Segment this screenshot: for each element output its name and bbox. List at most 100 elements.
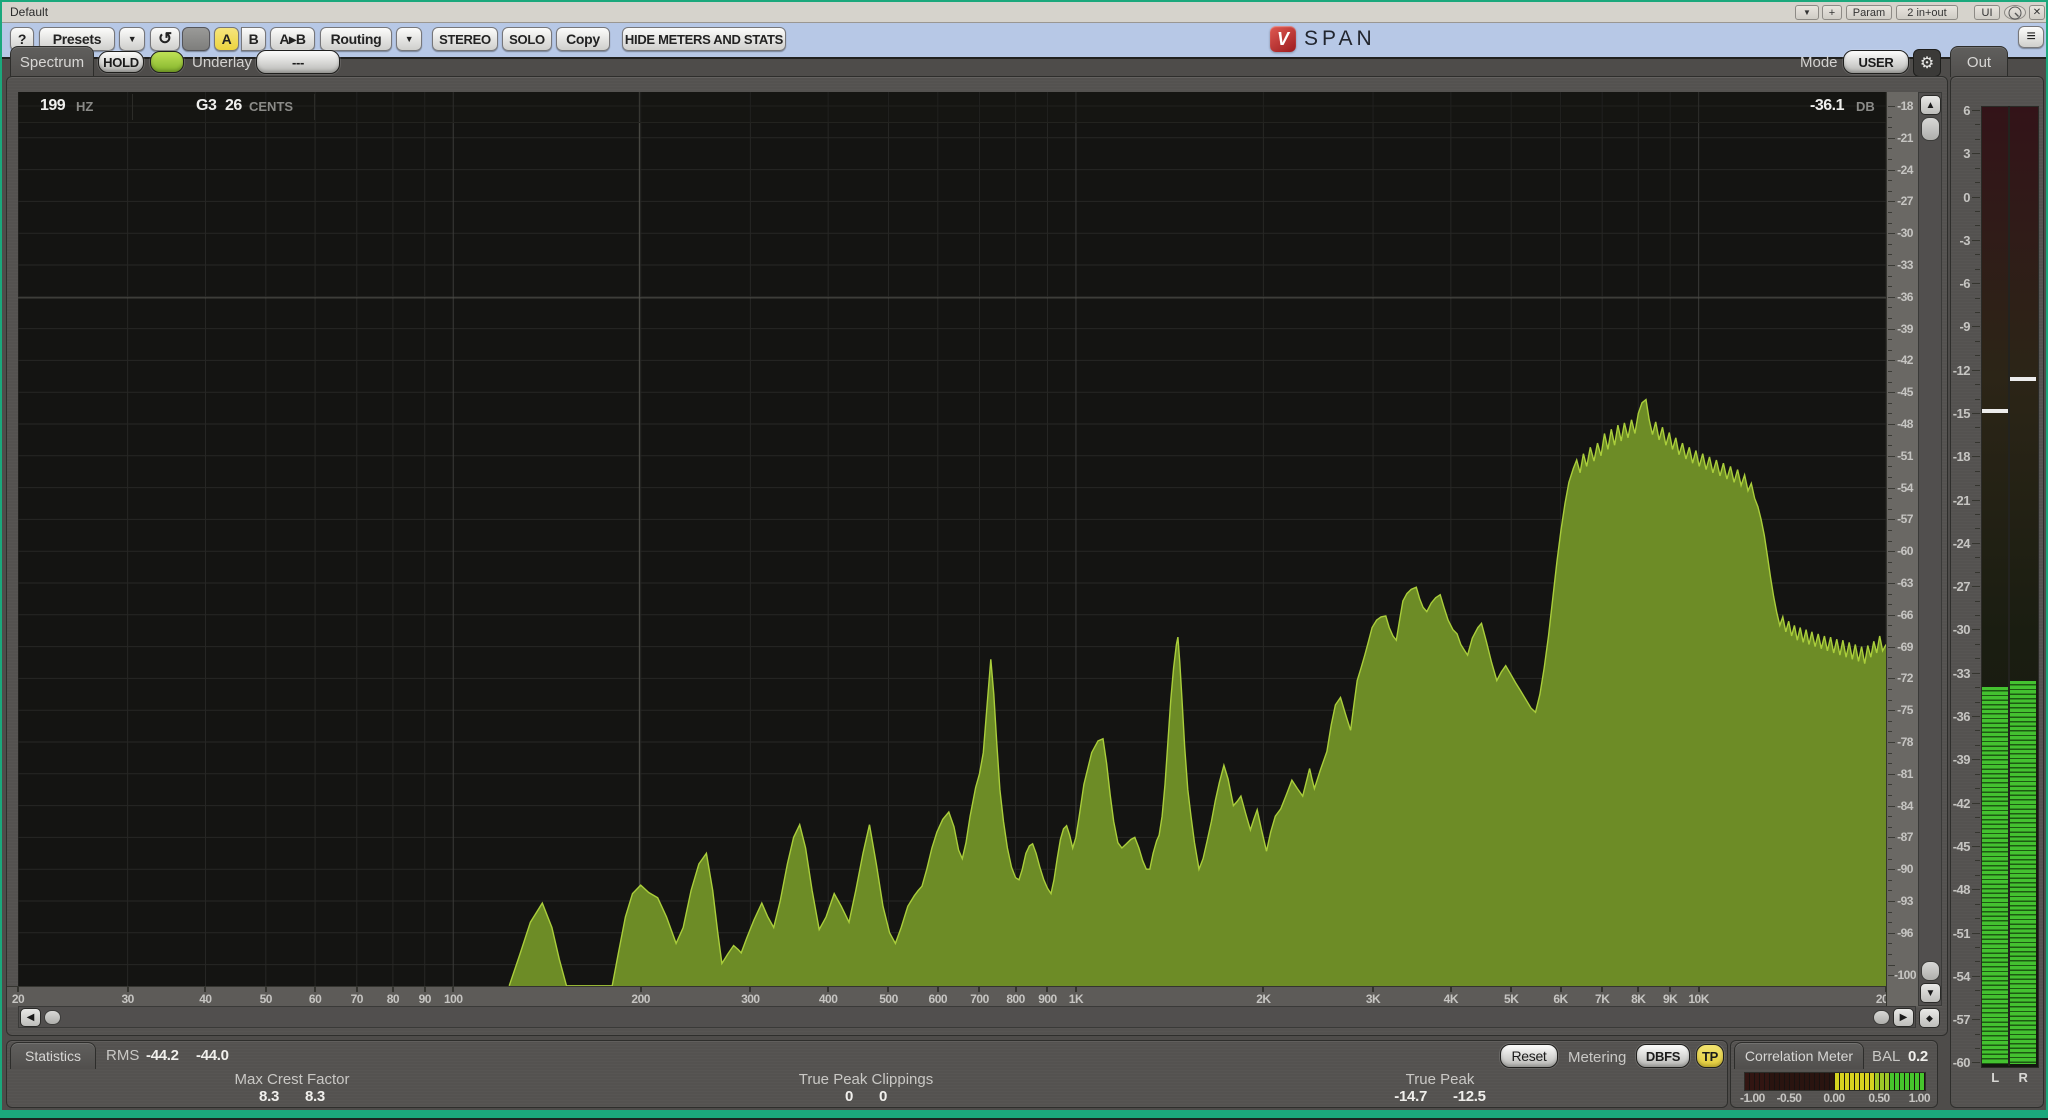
redo-button[interactable] (182, 27, 210, 51)
vertical-scroll-thumb-bottom[interactable] (1921, 961, 1940, 981)
underlay-label: Underlay (192, 54, 252, 71)
hold-button[interactable]: HOLD (98, 51, 144, 73)
dbfs-button[interactable]: DBFS (1636, 1044, 1690, 1068)
diamond-icon: ◆ (1926, 1013, 1933, 1024)
gear-icon: ⚙ (1920, 53, 1934, 73)
presets-dropdown-button[interactable]: ▼ (119, 27, 145, 51)
vertical-scroll-thumb-top[interactable] (1921, 117, 1940, 141)
correlation-scale: -1.00 -0.50 0.00 0.50 1.00 (1744, 1091, 1924, 1105)
db-tick-label: -100 (1891, 968, 1919, 982)
ab-compare-b-button[interactable]: B (241, 27, 266, 51)
copy-button[interactable]: Copy (556, 27, 610, 51)
meter-tick (1975, 918, 1980, 919)
horizontal-scrollbar[interactable]: ◀ ▶ (18, 1006, 1916, 1028)
undo-button[interactable]: ↺ (150, 27, 180, 51)
meter-tick (1972, 673, 1980, 674)
db-tick-label: -69 (1891, 640, 1919, 654)
io-config-button[interactable]: 2 in+out (1896, 5, 1958, 20)
db-tick-label: -75 (1891, 703, 1919, 717)
correlation-segment (1785, 1073, 1789, 1090)
spectrum-plot[interactable] (18, 92, 1886, 986)
meter-tick (1972, 889, 1980, 890)
meter-channel-divider (2008, 106, 2010, 1066)
meter-tick (1972, 283, 1980, 284)
correlation-segment (1815, 1073, 1819, 1090)
db-tick (1888, 413, 1892, 414)
triangle-left-icon: ◀ (27, 1012, 35, 1023)
correlation-segment (1760, 1073, 1764, 1090)
spectrum-enable-led[interactable] (150, 51, 184, 73)
knob-icon[interactable] (2004, 5, 2026, 20)
hide-meters-button[interactable]: HIDE METERS AND STATS (622, 27, 786, 51)
correlation-segment (1860, 1073, 1864, 1090)
meter-tick (1975, 427, 1980, 428)
db-tick (1888, 382, 1892, 383)
ui-button[interactable]: UI (1974, 5, 2000, 20)
meter-scale-label: -54 (1944, 969, 1970, 984)
mode-settings-button[interactable]: ⚙ (1913, 49, 1941, 77)
horizontal-scroll-thumb-right[interactable] (1873, 1010, 1890, 1025)
db-tick (1888, 212, 1892, 213)
meter-tick (1975, 168, 1980, 169)
meter-tick (1972, 240, 1980, 241)
tp-button[interactable]: TP (1696, 1044, 1724, 1068)
meter-tick (1975, 211, 1980, 212)
scroll-left-button[interactable]: ◀ (20, 1008, 41, 1027)
freq-tick-label: 10K (1683, 992, 1715, 1006)
meter-scale-label: -21 (1944, 493, 1970, 508)
meter-tick (1975, 298, 1980, 299)
db-tick (1888, 604, 1892, 605)
ab-compare-a-button[interactable]: A (214, 27, 239, 51)
meter-tick (1975, 774, 1980, 775)
db-tick (1888, 816, 1892, 817)
underlay-select[interactable]: --- (256, 50, 340, 74)
titlebar[interactable]: Default ▼ + Param 2 in+out UI ✕ (2, 2, 2046, 23)
routing-button[interactable]: Routing (320, 27, 392, 51)
meter-scale-label: -60 (1944, 1055, 1970, 1070)
solo-button[interactable]: SOLO (502, 27, 552, 51)
routing-dropdown-button[interactable]: ▼ (396, 27, 422, 51)
meter-scale-label: -36 (1944, 709, 1970, 724)
scroll-right-button[interactable]: ▶ (1893, 1008, 1914, 1027)
meter-tick (1975, 947, 1980, 948)
chevron-down-icon: ▼ (128, 34, 137, 44)
freq-tick-label: 80 (377, 992, 409, 1006)
corner-resize-button[interactable]: ◆ (1919, 1008, 1940, 1028)
freq-tick-label: 7K (1586, 992, 1618, 1006)
db-tick-label: -81 (1891, 767, 1919, 781)
meter-tick (1975, 601, 1980, 602)
meter-tick (1972, 586, 1980, 587)
db-tick (1888, 880, 1892, 881)
db-tick-label: -51 (1891, 449, 1919, 463)
param-button[interactable]: Param (1846, 5, 1892, 20)
mode-select[interactable]: USER (1843, 50, 1909, 74)
tab-spectrum[interactable]: Spectrum (10, 46, 94, 77)
reset-button[interactable]: Reset (1500, 1044, 1558, 1068)
tab-out[interactable]: Out (1950, 46, 2008, 77)
vertical-scrollbar[interactable]: ▲ ▼ (1918, 92, 1942, 1006)
scroll-down-button[interactable]: ▼ (1920, 983, 1941, 1003)
meter-scale-label: -9 (1944, 319, 1970, 334)
close-icon: ✕ (2033, 7, 2041, 18)
horizontal-scroll-thumb-left[interactable] (44, 1010, 61, 1025)
correlation-segment (1755, 1073, 1759, 1090)
tab-correlation-meter[interactable]: Correlation Meter (1734, 1042, 1864, 1069)
a-to-b-copy-button[interactable]: A▸B (270, 27, 315, 51)
db-tick (1888, 859, 1892, 860)
close-button[interactable]: ✕ (2029, 5, 2045, 20)
correlation-segment (1915, 1073, 1919, 1090)
meter-tick (1975, 182, 1980, 183)
correlation-segment (1820, 1073, 1824, 1090)
freq-tick-label: 30 (112, 992, 144, 1006)
db-tick-label: -66 (1891, 608, 1919, 622)
stereo-button[interactable]: STEREO (432, 27, 498, 51)
tab-statistics[interactable]: Statistics (10, 1042, 96, 1069)
freq-tick-label: 100 (437, 992, 469, 1006)
correlation-segment (1800, 1073, 1804, 1090)
db-tick (1888, 848, 1892, 849)
meter-scale-label: -6 (1944, 276, 1970, 291)
add-preset-button[interactable]: + (1822, 5, 1842, 20)
preset-dropdown-button[interactable]: ▼ (1795, 5, 1819, 20)
scroll-up-button[interactable]: ▲ (1920, 95, 1941, 115)
menu-button[interactable]: ≡ (2018, 26, 2044, 48)
